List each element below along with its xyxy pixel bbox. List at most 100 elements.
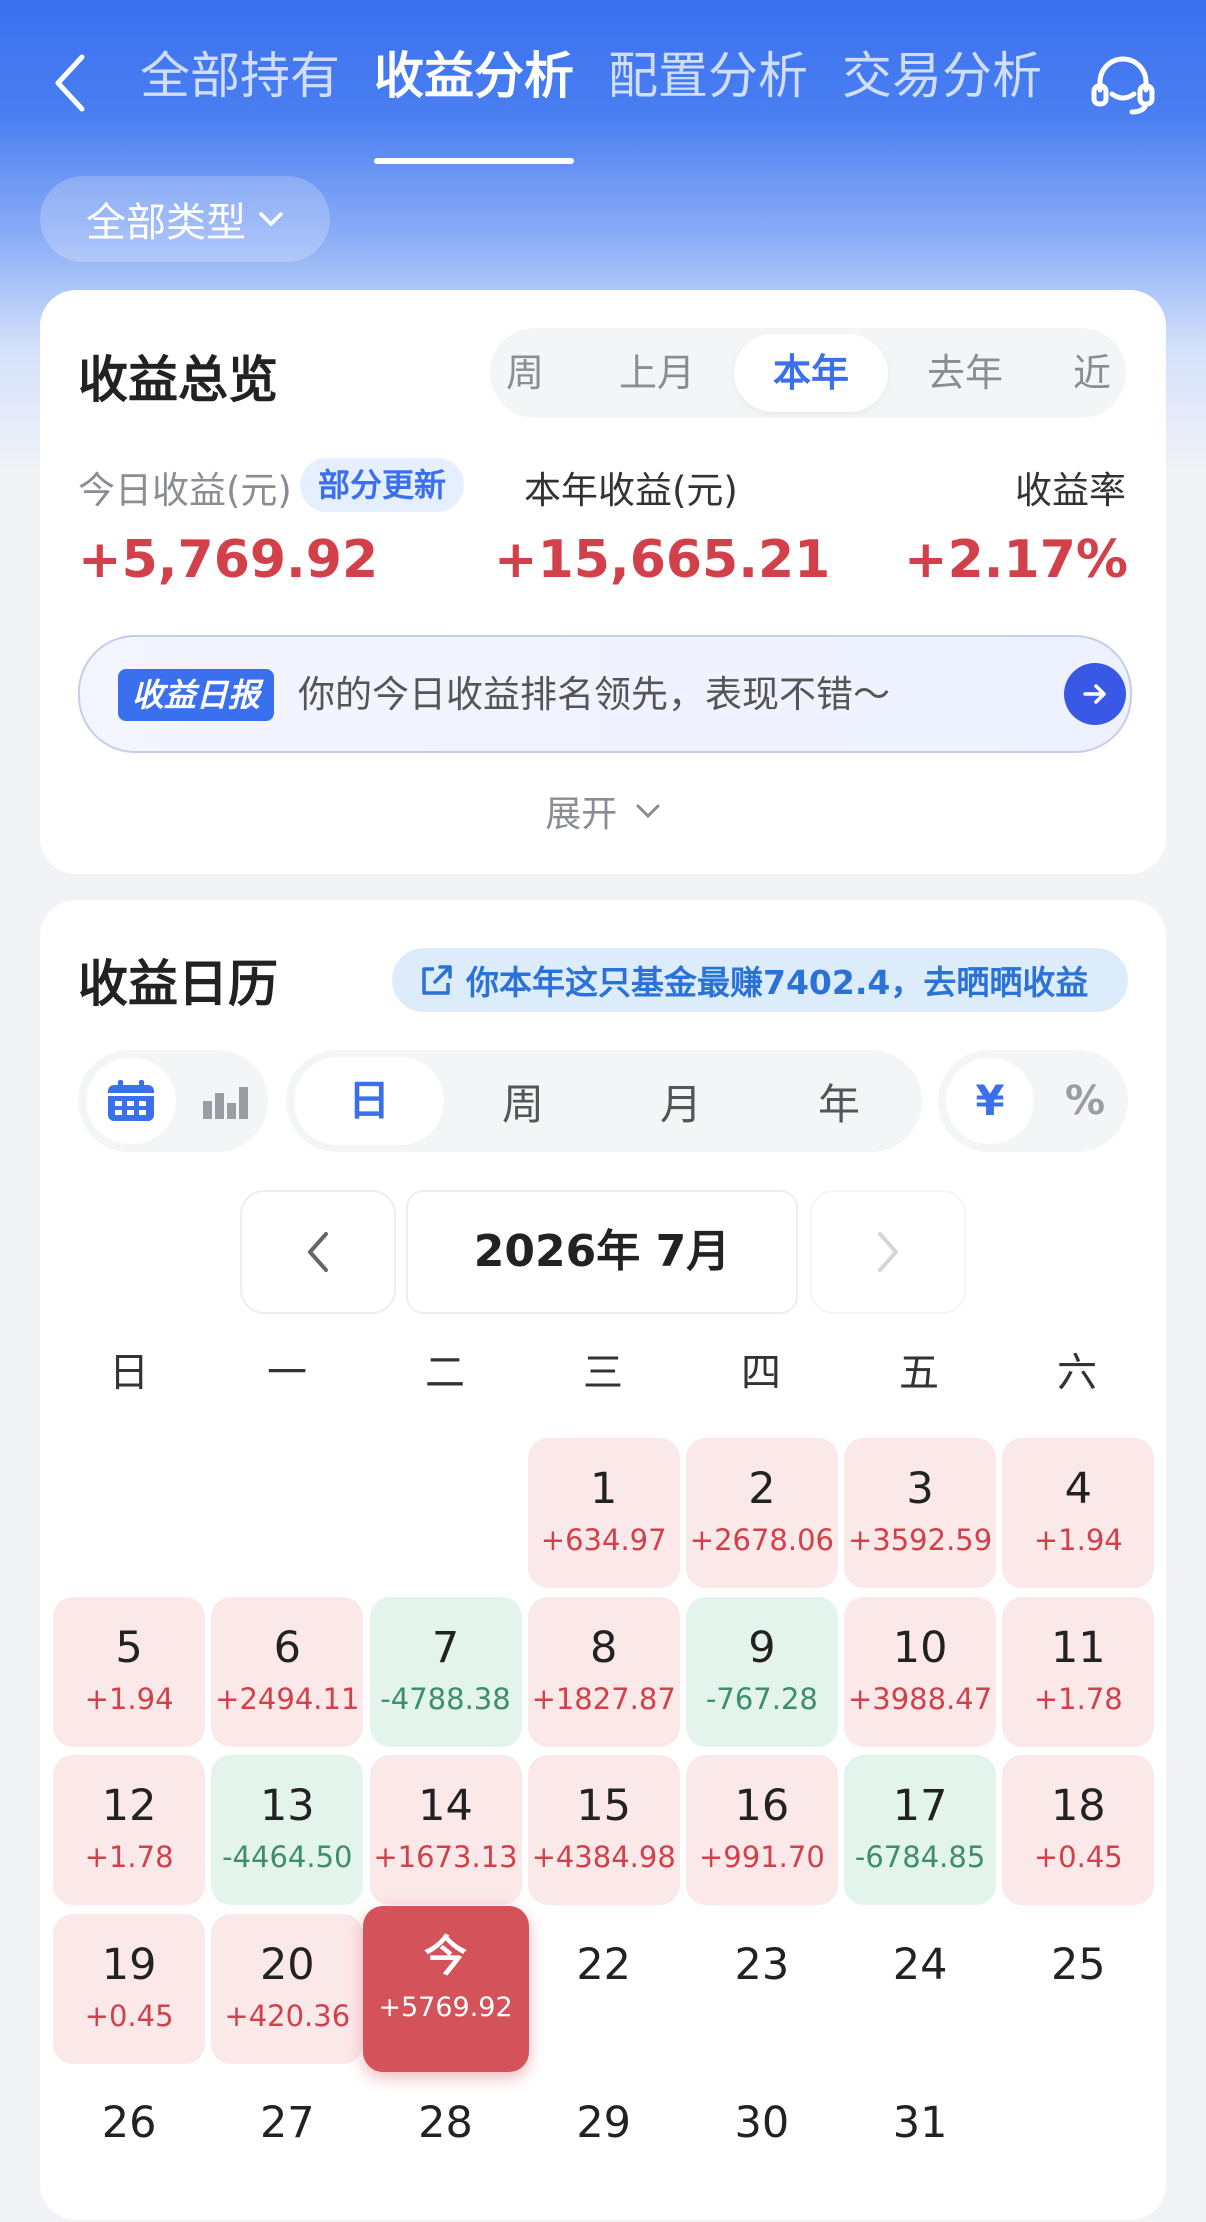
- calendar-day-cell[interactable]: 4 +1.94: [1002, 1438, 1155, 1588]
- calendar-day-cell[interactable]: 24: [844, 1914, 996, 2064]
- calendar-day-cell[interactable]: 28: [370, 2072, 522, 2222]
- day-number: 4: [1064, 1464, 1092, 1514]
- profit-calendar-card: 收益日历 你本年这只基金最赚7402.4，去晒晒收益 日 周 月 年 ¥ % 2…: [40, 900, 1166, 2220]
- calendar-day-cell[interactable]: 7 -4788.38: [369, 1596, 522, 1747]
- day-number: 今: [424, 1931, 467, 1982]
- weekday-label: 五: [899, 1350, 939, 1396]
- next-month-button[interactable]: [810, 1190, 966, 1314]
- unit-percent-button[interactable]: %: [1050, 1058, 1120, 1144]
- profit-overview-card: 收益总览 周 上月 本年 去年 近 今日收益(元) 部分更新 +5,769.92…: [40, 290, 1166, 874]
- calendar-day-cell[interactable]: 11 +1.78: [1002, 1596, 1155, 1747]
- granularity-day[interactable]: 日: [294, 1057, 444, 1145]
- type-filter-label: 全部类型: [86, 200, 246, 246]
- day-number: 9: [748, 1622, 776, 1673]
- day-number: 10: [892, 1622, 948, 1673]
- period-last-year[interactable]: 去年: [888, 328, 1042, 418]
- calendar-day-cell[interactable]: 6 +2494.11: [211, 1596, 364, 1747]
- day-profit-value: +991.70: [699, 1840, 825, 1875]
- granularity-week[interactable]: 周: [444, 1071, 602, 1132]
- share-profit-banner[interactable]: 你本年这只基金最赚7402.4，去晒晒收益: [392, 948, 1128, 1012]
- period-last-month[interactable]: 上月: [580, 328, 734, 418]
- calendar-day-cell[interactable]: 29: [528, 2072, 680, 2222]
- day-profit-value: -4464.50: [222, 1840, 353, 1875]
- calendar-day-cell[interactable]: 26: [53, 2072, 205, 2222]
- calendar-day-cell[interactable]: 27: [211, 2072, 363, 2222]
- expand-label: 展开: [545, 794, 618, 835]
- daily-report-tag: 收益日报: [118, 669, 275, 721]
- calendar-day-cell[interactable]: 10 +3988.47: [844, 1596, 997, 1747]
- day-number: 16: [734, 1781, 790, 1832]
- calendar-day-cell[interactable]: 1 +634.97: [527, 1438, 680, 1588]
- tab-profit-analysis[interactable]: 收益分析: [374, 40, 574, 164]
- profit-rate-value: +2.17%: [904, 530, 1128, 590]
- calendar-day-cell[interactable]: 22: [528, 1914, 680, 2064]
- day-profit-value: +1.94: [84, 1681, 174, 1716]
- calendar-day-cell[interactable]: 19 +0.45: [53, 1913, 206, 2064]
- granularity-toggle: 日 周 月 年: [286, 1050, 922, 1152]
- chart-view-button[interactable]: [190, 1058, 260, 1144]
- calendar-day-today[interactable]: 今 +5769.92: [362, 1905, 529, 2072]
- period-week[interactable]: 周: [490, 328, 580, 418]
- day-number: 22: [576, 1939, 632, 1990]
- calendar-day-cell[interactable]: 20 +420.36: [211, 1913, 364, 2064]
- calendar-day-cell[interactable]: 9 -767.28: [685, 1596, 838, 1747]
- period-this-year[interactable]: 本年: [734, 334, 888, 412]
- report-go-button[interactable]: [1064, 663, 1126, 725]
- profit-rate-label: 收益率: [1015, 469, 1126, 512]
- granularity-year[interactable]: 年: [760, 1071, 918, 1132]
- calendar-day-cell[interactable]: 16 +991.70: [685, 1755, 838, 1906]
- tab-allocation-analysis[interactable]: 配置分析: [608, 40, 808, 140]
- calendar-day-cell[interactable]: 15 +4384.98: [527, 1755, 680, 1906]
- unit-amount-button[interactable]: ¥: [946, 1058, 1034, 1144]
- day-profit-value: +2494.11: [215, 1681, 360, 1716]
- weekday-header: 日 一 二 三 四 五 六: [50, 1340, 1156, 1398]
- prev-month-button[interactable]: [240, 1190, 396, 1314]
- share-external-icon: [422, 965, 452, 995]
- share-profit-text: 你本年这只基金最赚7402.4，去晒晒收益: [466, 963, 1089, 1002]
- day-profit-value: -767.28: [705, 1681, 818, 1716]
- day-profit-value: +1.78: [1033, 1681, 1123, 1716]
- day-number: 25: [1050, 1939, 1106, 1990]
- granularity-month[interactable]: 月: [602, 1071, 760, 1132]
- tab-trade-analysis[interactable]: 交易分析: [842, 40, 1042, 140]
- day-number: 8: [590, 1622, 618, 1673]
- day-profit-value: +0.45: [84, 1998, 174, 2033]
- chevron-left-icon: [308, 1232, 328, 1272]
- calendar-view-button[interactable]: [86, 1058, 176, 1144]
- calendar-day-cell[interactable]: 8 +1827.87: [527, 1596, 680, 1747]
- calendar-day-cell[interactable]: 14 +1673.13: [369, 1755, 522, 1906]
- day-number: 13: [259, 1781, 315, 1832]
- calendar-day-cell[interactable]: 13 -4464.50: [211, 1755, 364, 1906]
- calendar-day-cell[interactable]: 31: [844, 2072, 996, 2222]
- calendar-day-cell[interactable]: 2 +2678.06: [685, 1438, 838, 1588]
- view-mode-toggle: [78, 1050, 268, 1152]
- calendar-day-cell[interactable]: 25: [1002, 1914, 1154, 2064]
- weekday-label: 三: [583, 1350, 623, 1396]
- chevron-left-icon: [55, 54, 85, 112]
- month-navigator: 2026年 7月: [240, 1190, 970, 1314]
- current-month-label[interactable]: 2026年 7月: [406, 1190, 798, 1314]
- calendar-day-cell[interactable]: 17 -6784.85: [844, 1755, 997, 1906]
- calendar-day-cell[interactable]: 23: [686, 1914, 838, 2064]
- day-profit-value: +1827.87: [531, 1681, 676, 1716]
- calendar-day-cell[interactable]: 3 +3592.59: [844, 1438, 997, 1588]
- calendar-day-cell[interactable]: 30: [686, 2072, 838, 2222]
- chevron-down-icon: [636, 804, 660, 819]
- calendar-day-cell[interactable]: 18 +0.45: [1002, 1755, 1155, 1906]
- back-button[interactable]: [44, 48, 94, 118]
- expand-button[interactable]: 展开: [40, 785, 1166, 837]
- day-number: 5: [115, 1622, 143, 1673]
- calendar-day-cell[interactable]: 5 +1.94: [53, 1596, 206, 1747]
- period-recent[interactable]: 近: [1042, 328, 1126, 418]
- type-filter-dropdown[interactable]: 全部类型: [40, 176, 330, 262]
- chevron-down-icon: [259, 212, 283, 227]
- day-number: 24: [892, 1939, 948, 1990]
- customer-service-button[interactable]: [1088, 50, 1158, 120]
- daily-report-banner[interactable]: 收益日报 你的今日收益排名领先，表现不错～: [78, 635, 1132, 753]
- day-profit-value: +1.78: [84, 1840, 174, 1875]
- day-number: 29: [576, 2098, 632, 2149]
- tab-all-holdings[interactable]: 全部持有: [140, 40, 340, 140]
- day-profit-value: +3988.47: [847, 1681, 993, 1716]
- weekday-label: 六: [1057, 1350, 1097, 1396]
- calendar-day-cell[interactable]: 12 +1.78: [53, 1755, 206, 1906]
